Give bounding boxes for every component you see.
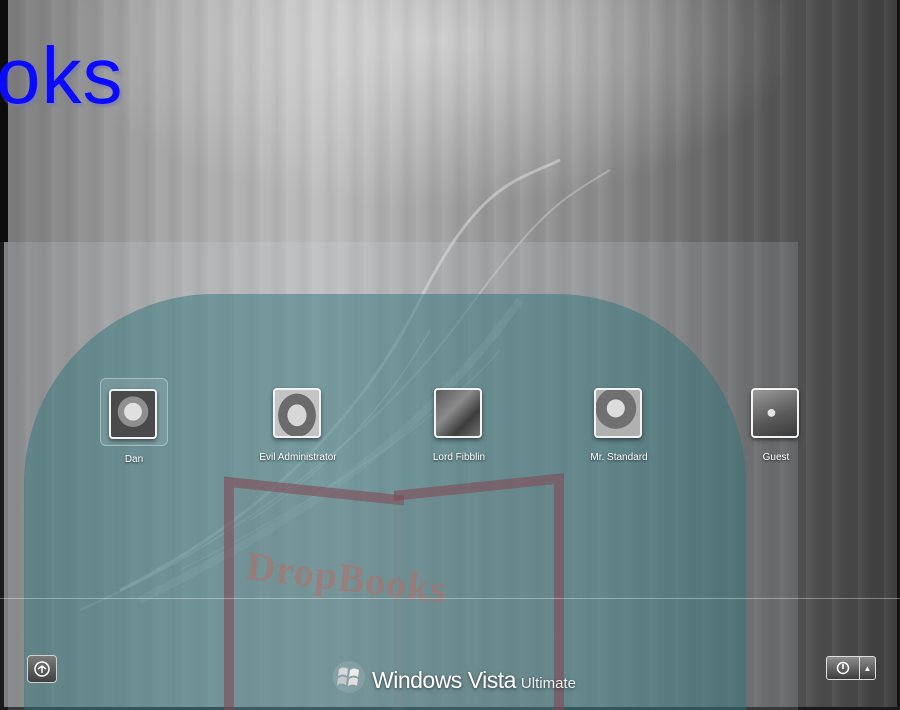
user-tile-dan[interactable]: Dan	[69, 378, 199, 465]
user-tile-frame	[586, 378, 652, 444]
screen-edge-left-lower	[0, 242, 4, 710]
user-tile-mr-standard[interactable]: Mr. Standard	[554, 378, 684, 463]
briefcase-icon: ●	[766, 402, 777, 422]
power-icon	[836, 661, 850, 675]
guest-avatar[interactable]: ●	[751, 388, 799, 438]
watermark-text: oks	[0, 31, 124, 120]
user-tile-evil-administrator[interactable]: Evil Administrator	[233, 378, 363, 463]
lord-fibblin-avatar[interactable]	[434, 388, 482, 438]
user-name: Mr. Standard	[590, 452, 648, 463]
dan-avatar[interactable]	[109, 389, 157, 439]
shut-down-options-button[interactable]: ▲	[860, 656, 876, 680]
user-name: Dan	[124, 454, 144, 465]
user-tile-lord-fibblin[interactable]: Lord Fibblin	[394, 378, 524, 463]
windows-flag-icon	[333, 661, 365, 693]
user-tile-frame	[426, 378, 492, 444]
evil-administrator-avatar[interactable]	[273, 388, 321, 438]
power-controls: ▲	[826, 656, 876, 680]
windows-vista-label: Windows Vista	[372, 667, 516, 693]
user-name: Lord Fibblin	[432, 452, 486, 463]
ease-of-access-button[interactable]	[27, 655, 57, 683]
taskbar-divider	[0, 598, 900, 599]
arrow-up-icon: ▲	[863, 663, 872, 673]
windows-branding: Windows Vista Ultimate	[332, 650, 576, 694]
ease-of-access-icon	[34, 661, 50, 677]
user-tile-frame	[265, 378, 331, 444]
user-name: Evil Administrator	[259, 452, 337, 463]
login-screen: DropBooks oks Dan Evil Administrator Lor…	[0, 0, 900, 710]
mr-standard-avatar[interactable]	[594, 388, 642, 438]
user-tile-frame: ●	[743, 378, 809, 444]
user-tile-guest[interactable]: ● Guest	[711, 378, 841, 463]
user-tile-selection	[100, 378, 168, 446]
user-name: Guest	[762, 452, 790, 463]
shut-down-button[interactable]	[826, 656, 860, 680]
edition-label: Ultimate	[520, 675, 576, 692]
